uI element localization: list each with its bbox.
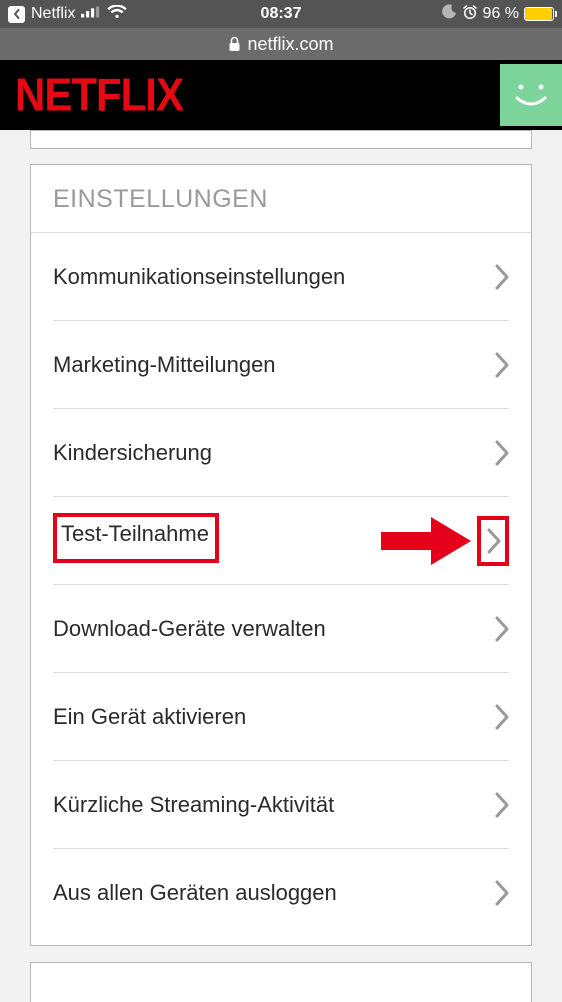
browser-url-text: netflix.com: [247, 34, 333, 55]
settings-item-label: Ein Gerät aktivieren: [53, 704, 246, 730]
status-bar-right: 96 %: [301, 4, 554, 25]
page-body: EINSTELLUNGEN Kommunikationseinstellunge…: [0, 130, 562, 1002]
previous-card-stub: [30, 130, 532, 149]
alarm-icon: [462, 4, 478, 25]
next-card-stub: [30, 962, 532, 1002]
settings-item-label: Download-Geräte verwalten: [53, 616, 326, 642]
status-bar-left: Netflix: [8, 5, 261, 24]
status-bar-battery-text: 96 %: [483, 5, 519, 23]
status-bar: Netflix 08:37 96 %: [0, 0, 562, 28]
status-bar-app-name: Netflix: [31, 5, 75, 23]
cellular-icon: [81, 5, 101, 23]
browser-url-bar[interactable]: netflix.com: [0, 28, 562, 60]
netflix-logo[interactable]: NETFLIX: [15, 69, 183, 122]
highlight-box-label: Test-Teilnahme: [53, 513, 219, 563]
back-to-app-icon[interactable]: [8, 6, 25, 23]
settings-item-label: Aus allen Geräten ausloggen: [53, 880, 337, 906]
highlight-arrow-icon: [381, 517, 471, 565]
settings-item-label: Kommunikationseinstellungen: [53, 264, 345, 290]
chevron-right-icon: [495, 616, 509, 642]
settings-item-label: Kindersicherung: [53, 440, 212, 466]
wifi-icon: [107, 5, 127, 24]
settings-card: EINSTELLUNGEN Kommunikationseinstellunge…: [30, 164, 532, 946]
chevron-right-icon: [495, 792, 509, 818]
chevron-right-icon: [495, 352, 509, 378]
status-bar-time: 08:37: [261, 5, 302, 23]
chevron-right-icon: [495, 880, 509, 906]
settings-section-title: EINSTELLUNGEN: [53, 185, 509, 214]
settings-item-streaming-activity[interactable]: Kürzliche Streaming-Aktivität: [53, 761, 509, 849]
settings-item-label: Marketing-Mitteilungen: [53, 352, 276, 378]
settings-item-test-participation[interactable]: Test-Teilnahme: [53, 497, 509, 585]
chevron-right-icon: [495, 264, 509, 290]
chevron-right-icon: [495, 440, 509, 466]
app-header: NETFLIX: [0, 60, 562, 130]
chevron-right-icon: [495, 704, 509, 730]
settings-item-label: Kürzliche Streaming-Aktivität: [53, 792, 334, 818]
avatar[interactable]: [500, 64, 562, 126]
settings-item-activate-device[interactable]: Ein Gerät aktivieren: [53, 673, 509, 761]
moon-icon: [442, 4, 457, 24]
chevron-right-icon: [487, 528, 501, 554]
settings-item-communication[interactable]: Kommunikationseinstellungen: [53, 233, 509, 321]
highlight-box-chevron: [477, 516, 509, 566]
settings-item-download-devices[interactable]: Download-Geräte verwalten: [53, 585, 509, 673]
battery-icon: [524, 7, 554, 21]
lock-icon: [228, 36, 241, 52]
settings-item-marketing[interactable]: Marketing-Mitteilungen: [53, 321, 509, 409]
settings-item-parental[interactable]: Kindersicherung: [53, 409, 509, 497]
settings-item-sign-out-all[interactable]: Aus allen Geräten ausloggen: [53, 849, 509, 937]
